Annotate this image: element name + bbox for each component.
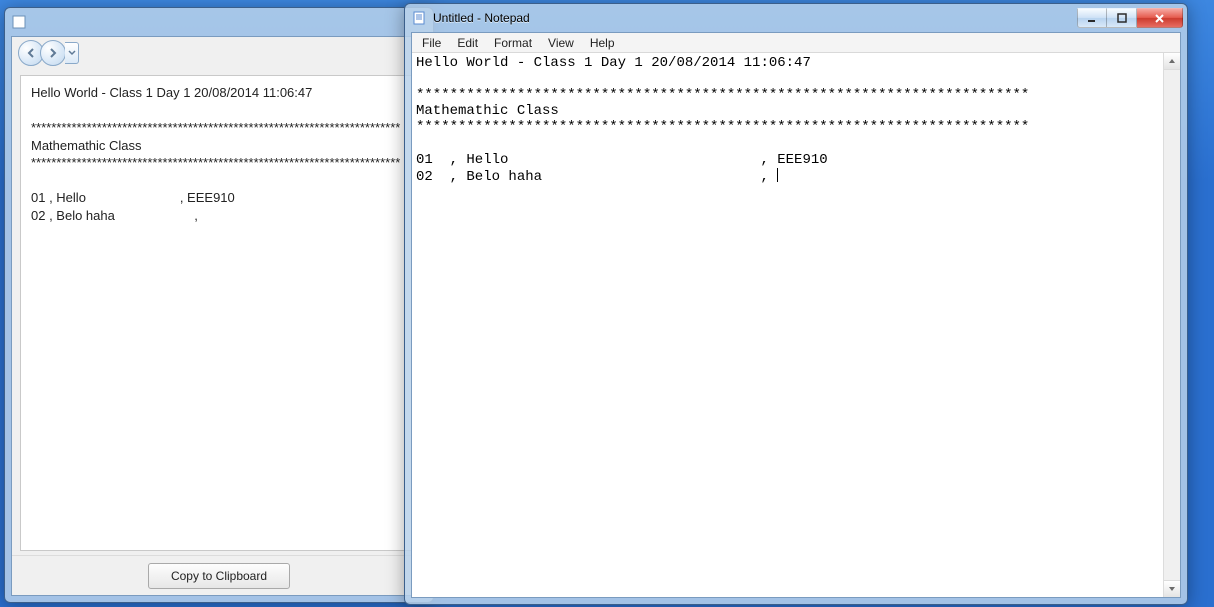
app-titlebar[interactable] [5,8,433,36]
app-row-2: 02 , Belo haha , [31,208,202,223]
app-system-icon [11,14,27,30]
minimize-button[interactable] [1077,8,1107,28]
np-row-1: 01 , Hello , EEE910 [416,152,828,168]
maximize-icon [1117,13,1127,23]
notepad-titlebar[interactable]: Untitled - Notepad [405,4,1187,32]
nav-dropdown-button[interactable] [65,42,79,64]
app-header-line: Hello World - Class 1 Day 1 20/08/2014 1… [31,85,312,100]
notepad-text-area[interactable]: Hello World - Class 1 Day 1 20/08/2014 1… [412,53,1163,597]
chevron-up-icon [1168,57,1176,65]
vertical-scrollbar[interactable] [1163,53,1180,597]
np-divider-2: ****************************************… [416,119,1029,135]
scroll-up-button[interactable] [1164,53,1180,70]
np-section-title: Mathemathic Class [416,103,559,119]
scroll-down-button[interactable] [1164,580,1180,597]
arrow-left-icon [25,47,37,59]
menu-view[interactable]: View [540,35,582,51]
menu-help[interactable]: Help [582,35,623,51]
menu-format[interactable]: Format [486,35,540,51]
minimize-icon [1087,13,1097,23]
np-divider-1: ****************************************… [416,87,1029,103]
window-caption-buttons [1077,8,1183,28]
app-divider-1: ****************************************… [31,120,400,135]
app-content-panel: Hello World - Class 1 Day 1 20/08/2014 1… [20,75,418,551]
text-caret [777,168,778,182]
custom-app-window: Hello World - Class 1 Day 1 20/08/2014 1… [4,7,434,603]
app-row-1: 01 , Hello , EEE910 [31,190,235,205]
app-nav-toolbar [12,37,426,69]
notepad-title: Untitled - Notepad [433,11,1077,25]
chevron-down-icon [1168,585,1176,593]
app-divider-2: ****************************************… [31,155,400,170]
notepad-system-icon [411,10,427,26]
notepad-window: Untitled - Notepad File Edit Format View… [404,3,1188,605]
close-icon [1154,13,1165,24]
app-section-title: Mathemathic Class [31,138,142,153]
chevron-down-icon [68,49,76,57]
nav-forward-button[interactable] [40,40,66,66]
np-header-line: Hello World - Class 1 Day 1 20/08/2014 1… [416,55,811,71]
app-footer: Copy to Clipboard [12,555,426,595]
notepad-icon [412,11,426,25]
arrow-right-icon [47,47,59,59]
maximize-button[interactable] [1107,8,1137,28]
menu-edit[interactable]: Edit [449,35,486,51]
notepad-menubar: File Edit Format View Help [412,33,1180,53]
copy-to-clipboard-button[interactable]: Copy to Clipboard [148,563,290,589]
menu-file[interactable]: File [414,35,449,51]
np-row-2: 02 , Belo haha , [416,169,777,185]
close-button[interactable] [1137,8,1183,28]
